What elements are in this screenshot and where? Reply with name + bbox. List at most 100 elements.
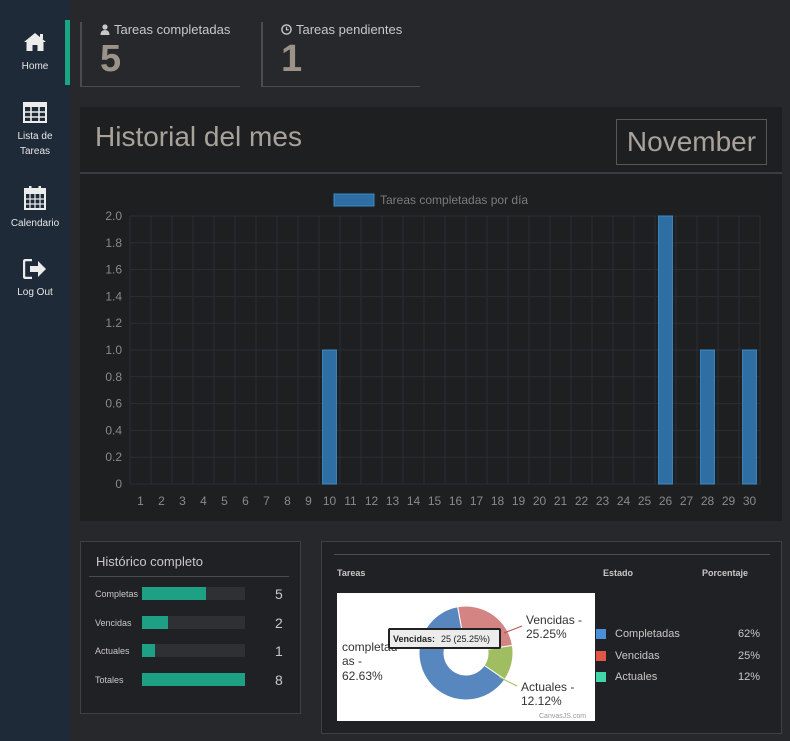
completed-tasks-card: Tareas completadas 5 [80,22,240,87]
x-tick-label: 17 [470,494,484,508]
col-porcentaje-header: Porcentaje [702,568,749,578]
table-icon [23,102,47,123]
pie-label-vencidas-1: Vencidas - [526,613,582,627]
y-tick-label: 0.6 [105,397,122,411]
nav-calendario-label: Calendario [10,218,60,229]
legend-swatch [333,193,375,207]
canvasjs-credit[interactable]: CanvasJS.com [539,713,586,720]
legend-percentage: 25% [738,650,761,662]
completed-tasks-label: Tareas completadas [114,22,231,37]
x-tick-label: 19 [512,494,526,508]
x-tick-label: 20 [533,494,547,508]
pending-tasks-label: Tareas pendientes [296,22,403,37]
y-tick-label: 0.8 [105,370,122,384]
x-tick-label: 13 [386,494,400,508]
x-tick-label: 16 [449,494,463,508]
x-tick-label: 21 [554,494,568,508]
x-tick-label: 9 [305,494,312,508]
pie-label-completadas-2: as - [342,654,362,668]
legend-row-vencidas: Vencidas 25% [596,650,766,664]
x-tick-label: 10 [323,494,337,508]
y-tick-label: 1.8 [105,236,122,250]
doughnut-chart-svg: completad as - 62.63% Vencidas - 25.25% … [342,605,586,720]
col-estado-header: Estado [603,568,634,578]
y-tick-label: 0.2 [105,450,122,464]
x-tick-label: 26 [659,494,673,508]
col-tareas-header: Tareas [337,568,366,578]
x-tick-label: 30 [743,494,757,508]
legend-swatch [596,672,606,682]
pending-tasks-card: Tareas pendientes 1 [261,22,420,87]
legend-row-completadas: Completadas 62% [596,628,766,642]
pending-tasks-value: 1 [281,38,303,80]
daily-completed-bar-chart: 00.20.40.60.81.01.21.41.61.82.01 2 3 4 5 6 7 8 9… [105,193,761,508]
y-tick-label: 1.6 [105,263,122,277]
nav-lista-tareas[interactable]: Lista de Tareas [0,102,70,159]
logout-icon [23,259,46,279]
y-tick-label: 1.0 [105,343,122,357]
x-tick-label: 3 [179,494,186,508]
pie-tooltip-value: 25 (25.25%) [441,634,490,644]
historico-completo-title: Histórico completo [96,554,203,569]
historico-row-label: Totales [95,675,124,685]
nav-lista-tareas-label: Lista de Tareas [17,131,53,157]
x-tick-label: 24 [617,494,631,508]
legend-swatch [596,629,606,639]
legend-swatch [596,651,606,661]
x-tick-label: 18 [491,494,505,508]
historico-row-label: Actuales [95,646,130,656]
y-tick-label: 1.2 [105,316,122,330]
historico-progress-track [142,673,245,686]
x-tick-label: 8 [284,494,291,508]
pie-tooltip-label: Vencidas: [393,634,435,644]
completed-tasks-value: 5 [100,38,122,80]
month-selector[interactable]: November [616,119,767,165]
historico-divider [89,576,289,577]
historico-progress-track [142,616,245,629]
pie-label-completadas-3: 62.63% [342,669,383,683]
x-tick-label: 29 [722,494,736,508]
historico-completo-panel: Histórico completo Completas 5 Vencidas 2 Ac… [80,541,301,714]
historico-progress-track [142,587,245,600]
completed-tasks-title: Tareas completadas [100,22,240,37]
x-tick-label: 7 [263,494,270,508]
historico-row-value: 8 [275,672,283,688]
legend-percentage: 62% [738,628,761,640]
historico-progress-fill [142,673,245,686]
bar-day-10[interactable] [322,349,337,485]
x-tick-label: 4 [200,494,207,508]
bar-day-28[interactable] [700,349,715,485]
pending-tasks-title: Tareas pendientes [281,22,420,37]
pie-tooltip: Vencidas: 25 (25.25%) [388,628,501,649]
nav-home[interactable]: Home [0,31,70,74]
bar-day-26[interactable] [658,215,673,485]
historico-row-label: Completas [95,589,139,599]
x-tick-label: 23 [596,494,610,508]
user-icon [100,24,110,35]
nav-calendario[interactable]: Calendario [0,186,70,231]
historico-row-label: Vencidas [95,618,132,628]
x-tick-label: 22 [575,494,589,508]
y-tick-label: 1.4 [105,289,122,303]
x-tick-label: 28 [701,494,715,508]
pie-label-actuales-2: 12.12% [521,694,562,708]
historico-progress-track [142,644,245,657]
x-tick-label: 5 [221,494,228,508]
bar-day-30[interactable] [742,349,757,485]
legend-label: Tareas completadas por día [380,193,528,207]
historico-row-vencidas: Vencidas 2 [95,615,295,631]
pie-label-actuales-1: Actuales - [521,680,574,694]
nav-log-out[interactable]: Log Out [0,259,70,300]
tasks-doughnut-chart: completad as - 62.63% Vencidas - 25.25% … [337,593,595,721]
legend-status-name: Actuales [615,671,658,683]
home-icon [24,33,46,51]
x-tick-label: 15 [428,494,442,508]
tareas-divider [334,554,770,555]
historico-progress-fill [142,587,207,600]
x-tick-label: 2 [158,494,165,508]
pie-label-vencidas-2: 25.25% [526,627,567,641]
historico-row-value: 2 [275,615,283,631]
month-history-panel: Historial del mes November 0 0.2 0.4 0.6 0.8… [80,107,782,521]
month-history-title: Historial del mes [95,121,302,152]
historico-progress-fill [142,644,155,657]
